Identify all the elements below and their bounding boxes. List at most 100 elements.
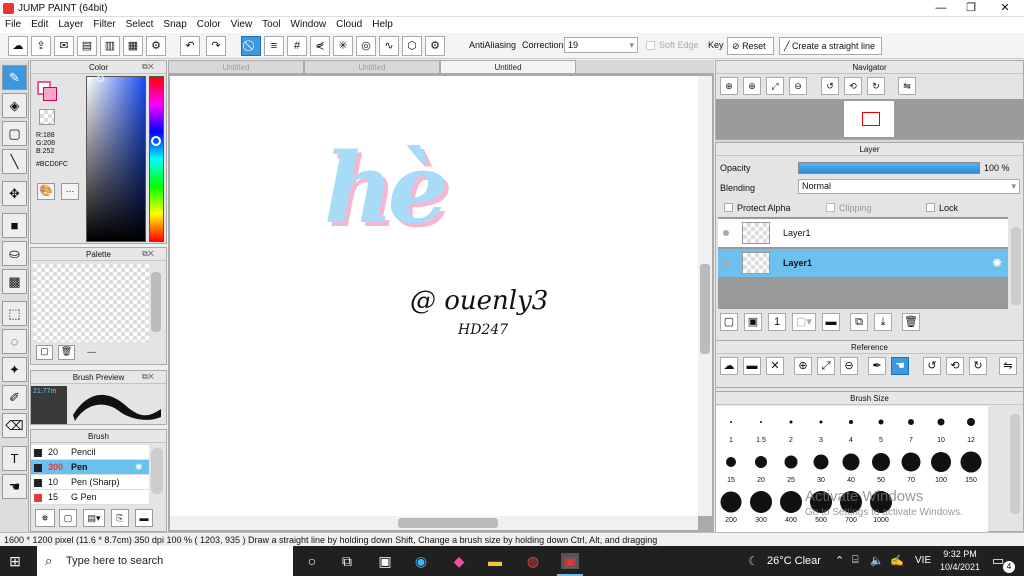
grid-icon[interactable]: ▦ (123, 36, 143, 56)
jump-paint-taskbar-icon[interactable]: ▣ (561, 553, 579, 569)
layer-row[interactable]: Layer1 (718, 219, 1008, 247)
zoom-in-alt-icon[interactable]: ⊕ (743, 77, 761, 95)
new-swatch-icon[interactable]: ▢ (36, 345, 53, 360)
brush-size-option[interactable]: 100 (926, 446, 956, 486)
new-halftone-layer-icon[interactable]: ▣ (744, 313, 762, 331)
delete-swatch-icon[interactable]: 🗑 (58, 345, 75, 360)
brush-size-option[interactable]: 1 (716, 406, 746, 446)
undock-icon[interactable]: ⧉✕ (142, 249, 154, 259)
rectangle-tool-icon[interactable]: ▢ (2, 121, 27, 146)
eye-icon[interactable] (723, 260, 729, 266)
blending-select[interactable]: Normal ▾ (798, 179, 1020, 194)
paint-app-icon[interactable]: ◆ (450, 553, 468, 569)
menu-file[interactable]: File (0, 17, 26, 33)
edge-icon[interactable]: ◉ (412, 553, 430, 569)
clipping-checkbox[interactable] (826, 203, 835, 212)
menu-select[interactable]: Select (121, 17, 159, 33)
menu-color[interactable]: Color (192, 17, 226, 33)
brush-size-option[interactable]: 50 (866, 446, 896, 486)
brush-size-option[interactable]: 25 (776, 446, 806, 486)
layer-type-dropdown[interactable]: ▢▾ (792, 313, 816, 331)
canvas-horizontal-scrollbar[interactable] (170, 516, 698, 530)
hue-slider[interactable] (149, 76, 164, 242)
fit-icon[interactable]: ⤢ (766, 77, 784, 95)
file-explorer-icon[interactable]: ▬ (486, 553, 504, 569)
text-tool-icon[interactable]: T (2, 446, 27, 471)
brush-item[interactable]: 10 Pen (Sharp) (31, 475, 149, 490)
pen-tool-icon[interactable]: ✎ (2, 65, 27, 90)
new-layer-icon[interactable]: ▢ (720, 313, 738, 331)
shape-ruler-icon[interactable]: ⬡ (402, 36, 422, 56)
comment-icon[interactable]: ✉ (54, 36, 74, 56)
brush-size-option[interactable]: 2 (776, 406, 806, 446)
menu-edit[interactable]: Edit (26, 17, 53, 33)
flip-icon[interactable]: ⇋ (898, 77, 916, 95)
brush-size-option[interactable]: 400 (776, 486, 806, 526)
brush-size-option[interactable]: 300 (746, 486, 776, 526)
network-icon[interactable]: ⌸ (852, 554, 859, 567)
cross-ruler-icon[interactable]: # (287, 36, 307, 56)
chevron-up-icon[interactable]: ⌃ (835, 554, 844, 567)
clock-time[interactable]: 9:32 PM (942, 549, 978, 559)
brush-size-option[interactable]: 200 (716, 486, 746, 526)
menu-cloud[interactable]: Cloud (331, 17, 367, 33)
soft-edge-checkbox[interactable] (646, 41, 655, 50)
gear-icon[interactable]: ✺ (135, 460, 143, 475)
vanishing-point-icon[interactable]: ⋞ (310, 36, 330, 56)
palette-icon[interactable]: 🎨 (37, 183, 55, 200)
document-icon[interactable]: ▥ (100, 36, 120, 56)
flip-icon[interactable]: ⇋ (999, 357, 1017, 375)
rotate-right-icon[interactable]: ↻ (867, 77, 885, 95)
brush-folder-icon[interactable]: ▬ (135, 509, 153, 527)
navigator-viewport[interactable] (716, 99, 1024, 139)
merge-layer-icon[interactable]: ⤓ (874, 313, 892, 331)
undo-icon[interactable]: ↶ (180, 36, 200, 56)
undock-icon[interactable]: ⧉✕ (142, 372, 154, 382)
brush-size-option[interactable]: 5 (866, 406, 896, 446)
snap-off-icon[interactable]: ⃠ (241, 36, 261, 56)
ruler-settings-icon[interactable]: ⚙ (425, 36, 445, 56)
rotate-reset-icon[interactable]: ⟲ (844, 77, 862, 95)
brush-size-option[interactable]: 7 (896, 406, 926, 446)
menu-filter[interactable]: Filter (88, 17, 120, 33)
line-tool-icon[interactable]: ╲ (2, 149, 27, 174)
brush-size-option[interactable]: 12 (956, 406, 986, 446)
chat-icon[interactable]: ▤ (77, 36, 97, 56)
zoom-in-icon[interactable]: ⊕ (794, 357, 812, 375)
bucket-tool-icon[interactable]: ⛀ (2, 241, 27, 266)
task-view-icon[interactable]: ⧉ (338, 553, 356, 569)
windows-start-icon[interactable]: ⊞ (6, 553, 24, 569)
export-icon[interactable]: ⇪ (31, 36, 51, 56)
delete-layer-icon[interactable]: 🗑 (902, 313, 920, 331)
select-rect-tool-icon[interactable]: ⬚ (2, 301, 27, 326)
menu-tool[interactable]: Tool (257, 17, 285, 33)
menu-help[interactable]: Help (367, 17, 398, 33)
lasso-tool-icon[interactable]: ◌ (2, 329, 27, 354)
rotate-left-icon[interactable]: ↺ (821, 77, 839, 95)
drawing-canvas[interactable]: hè hè @ ouenly3 HD247 (170, 76, 698, 516)
tab-untitled-2[interactable]: Untitled (304, 60, 440, 74)
palette-scrollbar[interactable] (151, 272, 161, 332)
weather-text[interactable]: 26°C Clear (767, 555, 821, 567)
brush-item[interactable]: 300 Pen ✺ (31, 460, 149, 475)
brush-size-option[interactable]: 70 (896, 446, 926, 486)
transparent-color-swatch[interactable] (39, 109, 55, 125)
saturation-value-picker[interactable] (86, 76, 146, 242)
protect-alpha-checkbox[interactable] (724, 203, 733, 212)
straight-line-button[interactable]: ╱ Create a straight line (779, 37, 882, 55)
zoom-in-icon[interactable]: ⊕ (720, 77, 738, 95)
close-button[interactable]: ✕ (990, 1, 1020, 16)
select-pen-tool-icon[interactable]: ✐ (2, 385, 27, 410)
undock-icon[interactable]: ⧉✕ (142, 62, 154, 72)
gradient-tool-icon[interactable]: ▩ (2, 269, 27, 294)
input-language[interactable]: VIE (915, 555, 931, 566)
horizontal-scroll-thumb[interactable] (398, 518, 498, 528)
brush-copy-icon[interactable]: ▤▾ (83, 509, 105, 527)
zoom-out-icon[interactable]: ⊖ (840, 357, 858, 375)
clock-date[interactable]: 10/4/2021 (938, 562, 982, 572)
canvas-vertical-scrollbar[interactable] (698, 76, 712, 516)
tab-untitled-1[interactable]: Untitled (168, 60, 304, 74)
brush-list-scrollbar[interactable] (151, 448, 163, 494)
brush-size-option[interactable]: 3 (806, 406, 836, 446)
open-folder-icon[interactable]: ▬ (743, 357, 761, 375)
